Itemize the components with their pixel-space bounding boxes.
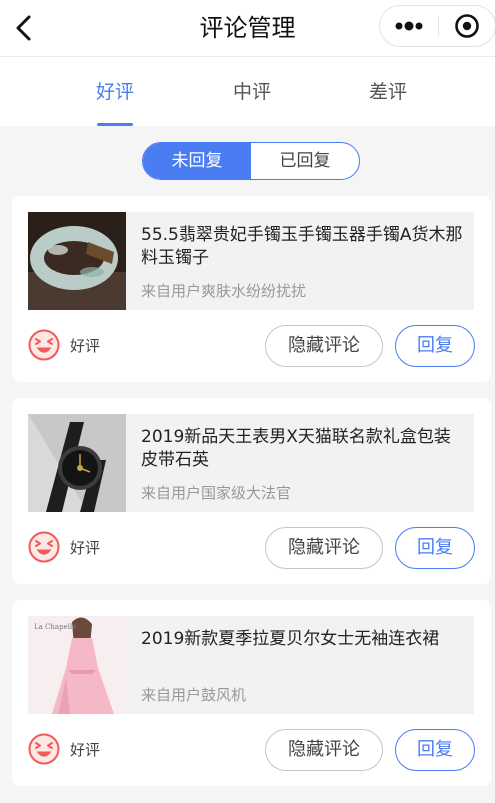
product-summary[interactable]: La Chapelle 2019新款夏季拉夏贝尔女士无袖连衣裙 来自用户鼓风机 — [28, 616, 474, 714]
product-title: 55.5翡翠贵妃手镯玉手镯玉器手镯A货木那料玉镯子 — [141, 225, 463, 268]
product-title: 2019新品天王表男X天猫联名款礼盒包装皮带石英 — [141, 427, 451, 470]
rating-label: 好评 — [70, 336, 101, 355]
rating-label: 好评 — [70, 740, 101, 759]
active-tab-indicator — [97, 123, 133, 126]
reply-status-segment: 未回复 已回复 — [142, 142, 360, 180]
miniapp-capsule — [379, 5, 495, 47]
product-summary[interactable]: 2019新品天王表男X天猫联名款礼盒包装皮带石英 来自用户国家级大法官 — [28, 414, 474, 512]
product-thumbnail — [28, 212, 126, 310]
segment-replied[interactable]: 已回复 — [251, 143, 359, 179]
comment-card: La Chapelle 2019新款夏季拉夏贝尔女士无袖连衣裙 来自用户鼓风机 … — [12, 600, 491, 786]
segment-unreplied[interactable]: 未回复 — [143, 143, 251, 179]
comment-author: 来自用户爽肤水纷纷扰扰 — [141, 282, 307, 300]
rating-indicator: 好评 — [28, 531, 100, 563]
reply-button[interactable]: 回复 — [395, 729, 475, 771]
more-button[interactable] — [380, 6, 438, 46]
rating-indicator: 好评 — [28, 733, 100, 765]
comment-card: 2019新品天王表男X天猫联名款礼盒包装皮带石英 来自用户国家级大法官 好评 隐… — [12, 398, 491, 584]
navigation-bar: 评论管理 — [0, 0, 495, 56]
back-button[interactable] — [6, 10, 42, 46]
rating-label: 好评 — [70, 538, 101, 557]
product-title: 2019新款夏季拉夏贝尔女士无袖连衣裙 — [141, 629, 440, 649]
tab-bad[interactable]: 差评 — [348, 57, 428, 127]
more-dots-icon — [395, 21, 423, 31]
hide-comment-button[interactable]: 隐藏评论 — [265, 527, 383, 569]
product-summary[interactable]: 55.5翡翠贵妃手镯玉手镯玉器手镯A货木那料玉镯子 来自用户爽肤水纷纷扰扰 — [28, 212, 474, 310]
comment-author: 来自用户鼓风机 — [141, 686, 247, 704]
laughing-face-icon — [28, 531, 60, 563]
rating-indicator: 好评 — [28, 329, 100, 361]
comment-card: 55.5翡翠贵妃手镯玉手镯玉器手镯A货木那料玉镯子 来自用户爽肤水纷纷扰扰 好评… — [12, 196, 491, 382]
laughing-face-icon — [28, 329, 60, 361]
reply-button[interactable]: 回复 — [395, 325, 475, 367]
tab-neutral[interactable]: 中评 — [212, 57, 292, 127]
comment-author: 来自用户国家级大法官 — [141, 484, 292, 502]
hide-comment-button[interactable]: 隐藏评论 — [265, 729, 383, 771]
hide-comment-button[interactable]: 隐藏评论 — [265, 325, 383, 367]
tab-good[interactable]: 好评 — [75, 57, 155, 127]
product-thumbnail — [28, 414, 126, 512]
brand-watermark: La Chapelle — [34, 623, 77, 631]
close-miniapp-button[interactable] — [439, 6, 495, 46]
miniapp-close-icon — [455, 14, 479, 38]
back-arrow-icon — [16, 15, 31, 41]
laughing-face-icon — [28, 733, 60, 765]
rating-tabs: 好评 中评 差评 — [0, 56, 495, 126]
reply-button[interactable]: 回复 — [395, 527, 475, 569]
